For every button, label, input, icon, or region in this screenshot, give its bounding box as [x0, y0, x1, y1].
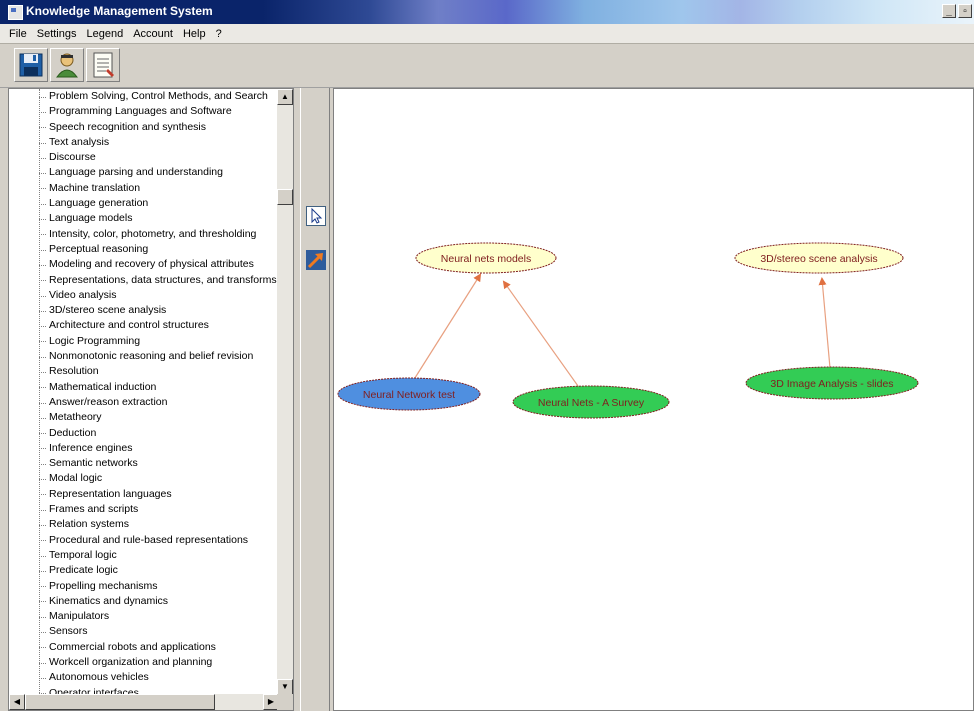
nodes-layer: Neural nets models 3D/stereo scene analys… [337, 242, 919, 419]
tree-item[interactable]: Modeling and recovery of physical attrib… [9, 257, 279, 272]
tree-item[interactable]: Resolution [9, 364, 279, 379]
title-bar: Knowledge Management System _ ▫ [0, 0, 974, 24]
scroll-left-button[interactable]: ◀ [9, 694, 25, 710]
toolbar [0, 45, 974, 88]
graph-edge[interactable] [502, 280, 579, 387]
tree-item[interactable]: Problem Solving, Control Methods, and Se… [9, 89, 279, 104]
graph-node-label: 3D Image Analysis - slides [770, 378, 893, 390]
tree-item[interactable]: Intensity, color, photometry, and thresh… [9, 227, 279, 242]
graph-node[interactable]: Neural Nets - A Survey [512, 385, 670, 419]
tree-item[interactable]: Sensors [9, 624, 279, 639]
tree-item[interactable]: Predicate logic [9, 563, 279, 578]
tree-item[interactable]: Perceptual reasoning [9, 242, 279, 257]
graph-node-label: Neural nets models [441, 253, 531, 265]
maximize-button[interactable]: ▫ [958, 4, 972, 18]
connector-arrow-icon [306, 250, 326, 270]
graph-node[interactable]: 3D Image Analysis - slides [745, 366, 919, 400]
tree-item[interactable]: Procedural and rule-based representation… [9, 533, 279, 548]
scroll-thumb[interactable] [277, 189, 293, 205]
tree-item[interactable]: Language generation [9, 196, 279, 211]
tree-item[interactable]: Kinematics and dynamics [9, 594, 279, 609]
menu-account[interactable]: Account [128, 28, 178, 40]
window-title: Knowledge Management System [26, 4, 213, 18]
app-icon [8, 5, 23, 20]
graph-node-label: Neural Network test [363, 389, 455, 401]
save-disk-icon [19, 53, 43, 77]
horizontal-scroll-thumb[interactable] [25, 694, 215, 710]
tree-item[interactable]: Video analysis [9, 288, 279, 303]
document-icon [93, 52, 114, 78]
graph-node-label: 3D/stereo scene analysis [760, 253, 877, 265]
document-button[interactable] [86, 48, 120, 82]
tree-item[interactable]: Language parsing and understanding [9, 165, 279, 180]
tree-list: Problem Solving, Control Methods, and Se… [9, 89, 279, 695]
graph-node-label: Neural Nets - A Survey [538, 397, 645, 409]
menu-settings[interactable]: Settings [32, 28, 82, 40]
menu-legend[interactable]: Legend [81, 28, 128, 40]
tree-item[interactable]: Autonomous vehicles [9, 670, 279, 685]
tree-item[interactable]: Metatheory [9, 410, 279, 425]
tree-item[interactable]: Frames and scripts [9, 502, 279, 517]
graph-edge[interactable] [412, 273, 482, 382]
tree-item[interactable]: Representation languages [9, 487, 279, 502]
window-controls: _ ▫ [942, 4, 972, 18]
tree-item[interactable]: Machine translation [9, 181, 279, 196]
scroll-corner [277, 694, 293, 710]
tree-item[interactable]: Commercial robots and applications [9, 640, 279, 655]
tree-item[interactable]: Nonmonotonic reasoning and belief revisi… [9, 349, 279, 364]
horizontal-scrollbar[interactable]: ◀ ▶ [9, 694, 279, 710]
graph-node[interactable]: Neural Network test [337, 377, 481, 411]
graph-canvas[interactable]: Neural nets models 3D/stereo scene analys… [333, 88, 974, 711]
menu-file[interactable]: File [4, 28, 32, 40]
menu-bar: File Settings Legend Account Help ? [0, 24, 974, 44]
save-button[interactable] [14, 48, 48, 82]
tree-item[interactable]: Representations, data structures, and tr… [9, 273, 279, 288]
tree-item[interactable]: Workcell organization and planning [9, 655, 279, 670]
concept-graph: Neural nets models 3D/stereo scene analys… [337, 242, 919, 419]
graph-node[interactable]: 3D/stereo scene analysis [734, 242, 904, 274]
scroll-down-button[interactable]: ▼ [277, 679, 293, 695]
tree-item[interactable]: 3D/stereo scene analysis [9, 303, 279, 318]
tree-item[interactable]: Logic Programming [9, 334, 279, 349]
tool-palette [300, 88, 330, 711]
pointer-tool-button[interactable] [306, 206, 326, 226]
graph-node[interactable]: Neural nets models [415, 242, 557, 274]
user-figure-icon [56, 53, 78, 78]
tree-item[interactable]: Manipulators [9, 609, 279, 624]
tree-item[interactable]: Text analysis [9, 135, 279, 150]
menu-help[interactable]: Help [178, 28, 211, 40]
tree-item[interactable]: Deduction [9, 426, 279, 441]
tree-item[interactable]: Architecture and control structures [9, 318, 279, 333]
tree-item[interactable]: Propelling mechanisms [9, 579, 279, 594]
tree-item[interactable]: Discourse [9, 150, 279, 165]
category-tree[interactable]: Problem Solving, Control Methods, and Se… [8, 88, 294, 711]
tree-item[interactable]: Mathematical induction [9, 380, 279, 395]
user-button[interactable] [50, 48, 84, 82]
tree-item[interactable]: Modal logic [9, 471, 279, 486]
tree-item[interactable]: Inference engines [9, 441, 279, 456]
tree-item[interactable]: Language models [9, 211, 279, 226]
edges-layer [412, 273, 831, 387]
tree-item[interactable]: Programming Languages and Software [9, 104, 279, 119]
scroll-up-button[interactable]: ▲ [277, 89, 293, 105]
graph-edge[interactable] [818, 277, 831, 369]
tree-item[interactable]: Semantic networks [9, 456, 279, 471]
tree-item[interactable]: Speech recognition and synthesis [9, 120, 279, 135]
connector-tool-button[interactable] [306, 250, 326, 270]
minimize-button[interactable]: _ [942, 4, 956, 18]
pointer-arrow-icon [311, 207, 323, 224]
menu-about[interactable]: ? [211, 28, 227, 40]
vertical-scrollbar[interactable]: ▲ ▼ [277, 89, 293, 695]
tree-item[interactable]: Relation systems [9, 517, 279, 532]
tree-item[interactable]: Answer/reason extraction [9, 395, 279, 410]
tree-item[interactable]: Temporal logic [9, 548, 279, 563]
